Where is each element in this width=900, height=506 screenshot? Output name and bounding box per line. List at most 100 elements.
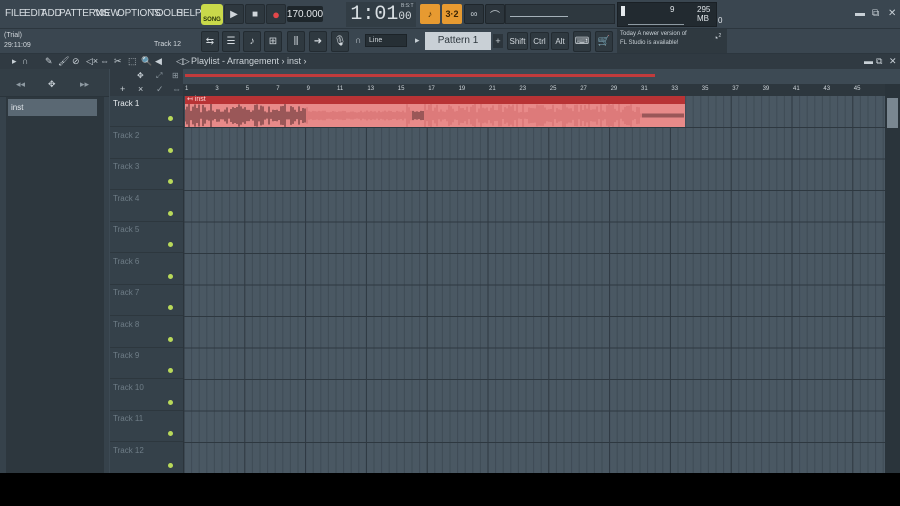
add-pattern-button[interactable]: +: [493, 34, 503, 48]
select-icon[interactable]: ⬚: [128, 56, 137, 67]
track-header[interactable]: Track 11: [110, 411, 183, 442]
ctrl-key-button[interactable]: Ctrl: [530, 32, 549, 50]
brush-icon[interactable]: 🖌: [58, 56, 69, 67]
track-header[interactable]: Track 12: [110, 443, 183, 474]
record-button[interactable]: ●: [266, 4, 286, 24]
track-enable-icon[interactable]: [168, 463, 173, 468]
slip-icon[interactable]: ⇔: [100, 56, 109, 66]
breadcrumb[interactable]: Playlist - Arrangement › inst ›: [191, 56, 307, 66]
track-enable-icon[interactable]: [168, 211, 173, 216]
snap-select[interactable]: Line: [365, 34, 407, 47]
minimize-icon[interactable]: ▬: [855, 8, 865, 19]
news-icon[interactable]: ◔2: [713, 33, 721, 43]
browser-toolbar: ◂◂ ✥ ▸▸: [0, 69, 109, 97]
track-resize-icon[interactable]: ⤢: [156, 71, 162, 81]
clip-header[interactable]: ↤ inst: [185, 96, 685, 104]
mute-icon[interactable]: ◁×: [86, 56, 98, 67]
pencil-icon[interactable]: ✎: [45, 56, 53, 67]
track-header[interactable]: Track 7: [110, 285, 183, 316]
track-header[interactable]: Track 3: [110, 159, 183, 190]
playlist-max-icon[interactable]: ⧉: [876, 56, 882, 67]
track-header[interactable]: Track 6: [110, 254, 183, 285]
playlist-min-icon[interactable]: ▬: [864, 56, 873, 66]
channel-rack-icon[interactable]: ⊞: [264, 31, 282, 52]
ruler-bar-label: 1: [185, 86, 188, 92]
playlist-icon[interactable]: ☰: [222, 31, 240, 52]
delete-icon[interactable]: ⊘: [72, 56, 80, 67]
add-track-icon[interactable]: +: [120, 84, 125, 94]
song-mode-button[interactable]: SONG: [201, 4, 223, 25]
track-enable-icon[interactable]: [168, 116, 173, 121]
menu-help[interactable]: HELP: [176, 8, 201, 19]
track-enable-icon[interactable]: [168, 179, 173, 184]
track-enable-icon[interactable]: [168, 431, 173, 436]
play-button[interactable]: ▶: [224, 4, 244, 24]
arrow-icon[interactable]: ➜: [309, 31, 327, 52]
shift-key-button[interactable]: Shift: [507, 32, 528, 50]
browser-back-icon[interactable]: ◂◂: [16, 79, 25, 90]
mixer-icon[interactable]: ⫼: [287, 31, 305, 52]
scroll-icon[interactable]: ◁▷: [176, 56, 190, 67]
playlist-toolbar: ▸ ∩ ✎ 🖌 ⊘ ◁× ⇔ ✂ ⬚ 🔍 ◀ ◁▷ Playlist - Arr…: [0, 54, 900, 69]
browser-item-inst[interactable]: inst: [8, 99, 97, 116]
news-panel[interactable]: Today A newer version of FL Studio is av…: [617, 29, 727, 53]
arrangement-grid[interactable]: [183, 96, 885, 473]
track-header[interactable]: Track 9: [110, 348, 183, 379]
remove-track-icon[interactable]: ×: [138, 84, 143, 94]
metronome-icon[interactable]: ♪: [420, 4, 440, 24]
playlist-menu-icon[interactable]: ▸: [12, 56, 17, 67]
browser-move-icon[interactable]: ✥: [48, 79, 56, 90]
pattern-selector[interactable]: Pattern 1: [425, 32, 491, 50]
ruler-bar-label: 11: [337, 86, 343, 92]
loop-record-icon[interactable]: ∞: [464, 4, 484, 24]
track-header[interactable]: Track 2: [110, 128, 183, 159]
browser-fwd-icon[interactable]: ▸▸: [80, 79, 89, 90]
playlist-close-icon[interactable]: ✕: [889, 56, 897, 67]
tempo-display[interactable]: 170.000: [287, 6, 323, 22]
ruler-bar-label: 33: [671, 86, 678, 92]
track-enable-icon[interactable]: [168, 337, 173, 342]
audio-clip-inst[interactable]: ↤ inst: [185, 96, 685, 127]
timeline-ruler[interactable]: 1 3 5 7 9 11 13 15 17 19 21 23 25 27 29 31 33 35 37 39 41 43 4…: [183, 84, 885, 96]
countdown-icon[interactable]: 3·2: [442, 4, 462, 24]
piano-roll-icon[interactable]: ♪: [243, 31, 261, 52]
track-enable-icon[interactable]: [168, 368, 173, 373]
master-pitch-slider[interactable]: [505, 4, 615, 24]
track-header[interactable]: Track 4: [110, 191, 183, 222]
track-header[interactable]: Track 8: [110, 317, 183, 348]
track-header[interactable]: Track 10: [110, 380, 183, 411]
track-enable-icon[interactable]: [168, 400, 173, 405]
ruler-bar-label: 3: [215, 86, 218, 92]
typing-keyboard-icon[interactable]: ⌨: [573, 31, 591, 52]
song-position-bar[interactable]: [185, 74, 655, 77]
magnet-snap-icon[interactable]: ∩: [22, 56, 28, 66]
track-move-icon[interactable]: ✥: [137, 71, 144, 80]
menu-file[interactable]: FILE: [5, 8, 25, 19]
voice-count: 0: [718, 16, 722, 25]
speaker-icon[interactable]: ◀: [155, 56, 162, 67]
track-check-icon[interactable]: ✓: [156, 84, 164, 95]
track-swap-icon[interactable]: ⇔: [172, 84, 181, 94]
slice-icon[interactable]: ✂: [114, 56, 122, 67]
time-format-label: B:S:T: [401, 3, 414, 9]
close-icon[interactable]: ✕: [888, 8, 896, 19]
alt-key-button[interactable]: Alt: [551, 32, 569, 50]
blend-notes-icon[interactable]: ⌒: [485, 4, 505, 24]
track-enable-icon[interactable]: [168, 148, 173, 153]
microphone-icon[interactable]: 🎙: [331, 31, 349, 52]
track-enable-icon[interactable]: [168, 305, 173, 310]
restore-icon[interactable]: ⧉: [872, 8, 879, 19]
snap-tool-icon[interactable]: ⇆: [201, 31, 219, 52]
stop-button[interactable]: ■: [245, 4, 265, 24]
scrollbar-thumb[interactable]: [887, 98, 898, 128]
vertical-scrollbar[interactable]: [885, 84, 900, 473]
track-enable-icon[interactable]: [168, 274, 173, 279]
track-enable-icon[interactable]: [168, 242, 173, 247]
shop-icon[interactable]: 🛒: [595, 31, 613, 52]
zoom-icon[interactable]: 🔍: [141, 56, 152, 67]
track-grid-icon[interactable]: ⊞: [172, 71, 179, 80]
pattern-prev-icon[interactable]: ▸: [415, 35, 420, 46]
magnet-icon[interactable]: ∩: [355, 35, 361, 45]
track-header[interactable]: Track 1: [110, 96, 183, 127]
track-header[interactable]: Track 5: [110, 222, 183, 253]
